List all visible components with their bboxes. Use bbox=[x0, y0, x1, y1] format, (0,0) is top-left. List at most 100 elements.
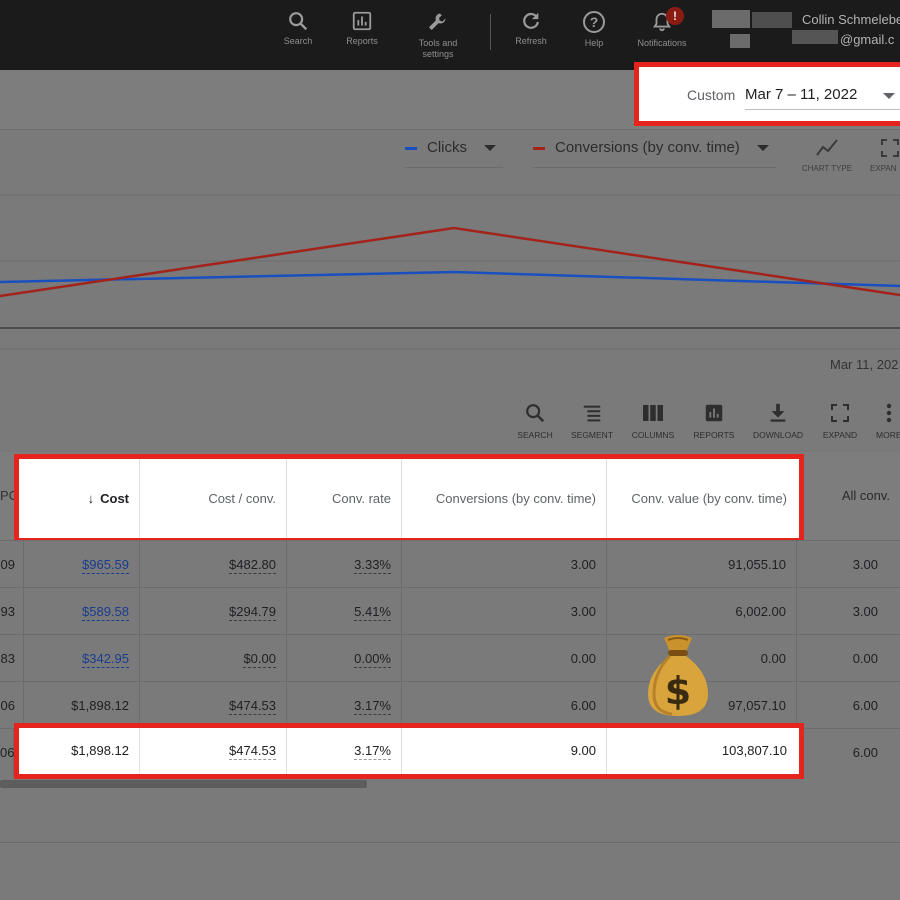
total-cost-conv-value: $474.53 bbox=[229, 743, 276, 760]
top-toolbar: Search Reports Tools and settings Refres… bbox=[0, 0, 900, 70]
total-cost-conv-cell: $474.53 bbox=[140, 728, 287, 774]
table-footer-area bbox=[0, 790, 900, 900]
search-tool-label: Search bbox=[283, 36, 313, 46]
x-axis-end-label: Mar 11, 202 bbox=[830, 357, 899, 372]
cost-cell[interactable]: $965.59 bbox=[24, 541, 140, 588]
expand-icon bbox=[831, 404, 849, 422]
columns-label: COLUMNS bbox=[631, 430, 675, 440]
total-all-conv-cell: 6.00 bbox=[852, 745, 878, 760]
segment-button[interactable]: SEGMENT bbox=[562, 402, 622, 440]
tools-settings-tool[interactable]: Tools and settings bbox=[406, 10, 470, 60]
table-row[interactable]: 09 $965.59 $482.80 3.33% 3.00 91,055.10 … bbox=[0, 540, 900, 588]
segment-label: SEGMENT bbox=[570, 430, 614, 440]
table-row[interactable]: 93 $589.58 $294.79 5.41% 3.00 6,002.00 3… bbox=[0, 587, 900, 635]
table-search-button[interactable]: SEARCH bbox=[505, 402, 565, 440]
columns-icon bbox=[643, 405, 663, 421]
cost-cell[interactable]: $342.95 bbox=[24, 635, 140, 682]
chevron-down-icon[interactable] bbox=[883, 93, 895, 99]
date-range-selector[interactable]: Custom Mar 7 – 11, 2022 bbox=[634, 62, 900, 126]
header-cut-column[interactable]: PC bbox=[0, 452, 18, 540]
conv-rate-cell: 0.00% bbox=[287, 635, 402, 682]
conv-value-cell: 91,055.10 bbox=[607, 541, 797, 588]
money-bag-icon: $ bbox=[648, 635, 708, 716]
table-expand-button[interactable]: EXPAND bbox=[810, 402, 870, 440]
conv-rate-cell: 3.33% bbox=[287, 541, 402, 588]
account-name[interactable]: Collin Schmelebe bbox=[802, 12, 900, 27]
notifications-tool-label: Notifications bbox=[637, 38, 687, 48]
redacted-name-block bbox=[752, 12, 792, 28]
cost-conv-value: $0.00 bbox=[243, 651, 276, 668]
conversions-cell: 0.00 bbox=[402, 635, 607, 682]
cost-link[interactable]: $342.95 bbox=[82, 651, 129, 668]
header-conv-value[interactable]: Conv. value (by conv. time) bbox=[607, 459, 797, 538]
conv-value-cell: 6,002.00 bbox=[607, 588, 797, 635]
cut-cell: 09 bbox=[0, 541, 24, 588]
more-label: MORE bbox=[876, 430, 900, 440]
all-conv-cell: 3.00 bbox=[852, 604, 878, 619]
header-cost-conv[interactable]: Cost / conv. bbox=[140, 459, 287, 538]
conv-rate-value: 3.17% bbox=[354, 698, 391, 715]
money-bag-symbol: $ bbox=[665, 669, 691, 713]
table-expand-label: EXPAND bbox=[822, 430, 858, 440]
table-toolbar: SEARCH SEGMENT COLUMNS REPORTS DOWNLOAD … bbox=[0, 390, 900, 452]
all-conv-cell: 6.00 bbox=[852, 698, 878, 713]
account-email[interactable]: @gmail.c bbox=[840, 32, 894, 47]
table-search-label: SEARCH bbox=[517, 430, 553, 440]
more-button[interactable]: MORE bbox=[866, 402, 900, 440]
all-conv-cell: 3.00 bbox=[852, 557, 878, 572]
cost-conv-value: $474.53 bbox=[229, 698, 276, 715]
header-cost[interactable]: ↓ Cost bbox=[24, 459, 140, 538]
download-button[interactable]: DOWNLOAD bbox=[748, 402, 808, 440]
reports-tool[interactable]: Reports bbox=[330, 10, 394, 47]
redacted-avatar bbox=[712, 10, 750, 28]
search-tool[interactable]: Search bbox=[266, 10, 330, 47]
cost-conv-value: $294.79 bbox=[229, 604, 276, 621]
date-range-underline bbox=[745, 109, 900, 110]
table-row[interactable]: 06 $1,898.12 $474.53 3.17% 6.00 97,057.1… bbox=[0, 681, 900, 729]
notifications-tool[interactable]: ! Notifications bbox=[630, 7, 694, 49]
conv-rate-cell: 5.41% bbox=[287, 588, 402, 635]
conv-rate-value: 0.00% bbox=[354, 651, 391, 668]
performance-chart-area: Clicks Conversions (by conv. time) CHART… bbox=[0, 131, 900, 389]
highlighted-total-row: $1,898.12 $474.53 3.17% 9.00 103,807.10 bbox=[14, 723, 804, 779]
header-conv-rate[interactable]: Conv. rate bbox=[287, 459, 402, 538]
table-reports-button[interactable]: REPORTS bbox=[684, 402, 744, 440]
header-conversions[interactable]: Conversions (by conv. time) bbox=[402, 459, 607, 538]
refresh-icon bbox=[523, 12, 539, 29]
redacted-email-block-2 bbox=[792, 30, 838, 44]
cost-conv-cell: $474.53 bbox=[140, 682, 287, 729]
table-row[interactable]: 83 $342.95 $0.00 0.00% 0.00 0.00 0.00 bbox=[0, 634, 900, 682]
footer-divider bbox=[0, 842, 900, 843]
total-conv-rate-value: 3.17% bbox=[354, 743, 391, 760]
conv-rate-value: 5.41% bbox=[354, 604, 391, 621]
cost-conv-value: $482.80 bbox=[229, 557, 276, 574]
refresh-tool[interactable]: Refresh bbox=[499, 10, 563, 47]
horizontal-scrollbar[interactable] bbox=[0, 780, 367, 788]
conversions-cell: 3.00 bbox=[402, 541, 607, 588]
reports-tool-label: Reports bbox=[346, 36, 378, 46]
cut-cell: 06 bbox=[0, 729, 14, 776]
header-cost-label: Cost bbox=[100, 491, 129, 506]
total-conv-value-cell: 103,807.10 bbox=[721, 743, 787, 758]
cost-cell[interactable]: $589.58 bbox=[24, 588, 140, 635]
cost-conv-cell: $294.79 bbox=[140, 588, 287, 635]
date-preset-label: Custom bbox=[687, 87, 736, 103]
toolbar-divider bbox=[490, 14, 491, 50]
total-conv-rate-cell: 3.17% bbox=[287, 728, 402, 774]
date-range-value[interactable]: Mar 7 – 11, 2022 bbox=[745, 86, 857, 103]
help-tool[interactable]: ? Help bbox=[562, 10, 626, 49]
header-all-conv[interactable]: All conv. bbox=[797, 452, 900, 540]
cost-link[interactable]: $965.59 bbox=[82, 557, 129, 574]
total-conversions-cell: 9.00 bbox=[402, 728, 607, 774]
reports-icon bbox=[705, 404, 723, 422]
conversions-cell: 3.00 bbox=[402, 588, 607, 635]
cost-conv-cell: $482.80 bbox=[140, 541, 287, 588]
download-icon bbox=[770, 403, 786, 422]
columns-button[interactable]: COLUMNS bbox=[623, 402, 683, 440]
refresh-tool-label: Refresh bbox=[515, 36, 547, 46]
conv-rate-value: 3.33% bbox=[354, 557, 391, 574]
tools-label-line2: settings bbox=[422, 49, 454, 59]
all-conv-cell: 0.00 bbox=[852, 651, 878, 666]
svg-text:?: ? bbox=[590, 14, 599, 30]
cost-link[interactable]: $589.58 bbox=[82, 604, 129, 621]
